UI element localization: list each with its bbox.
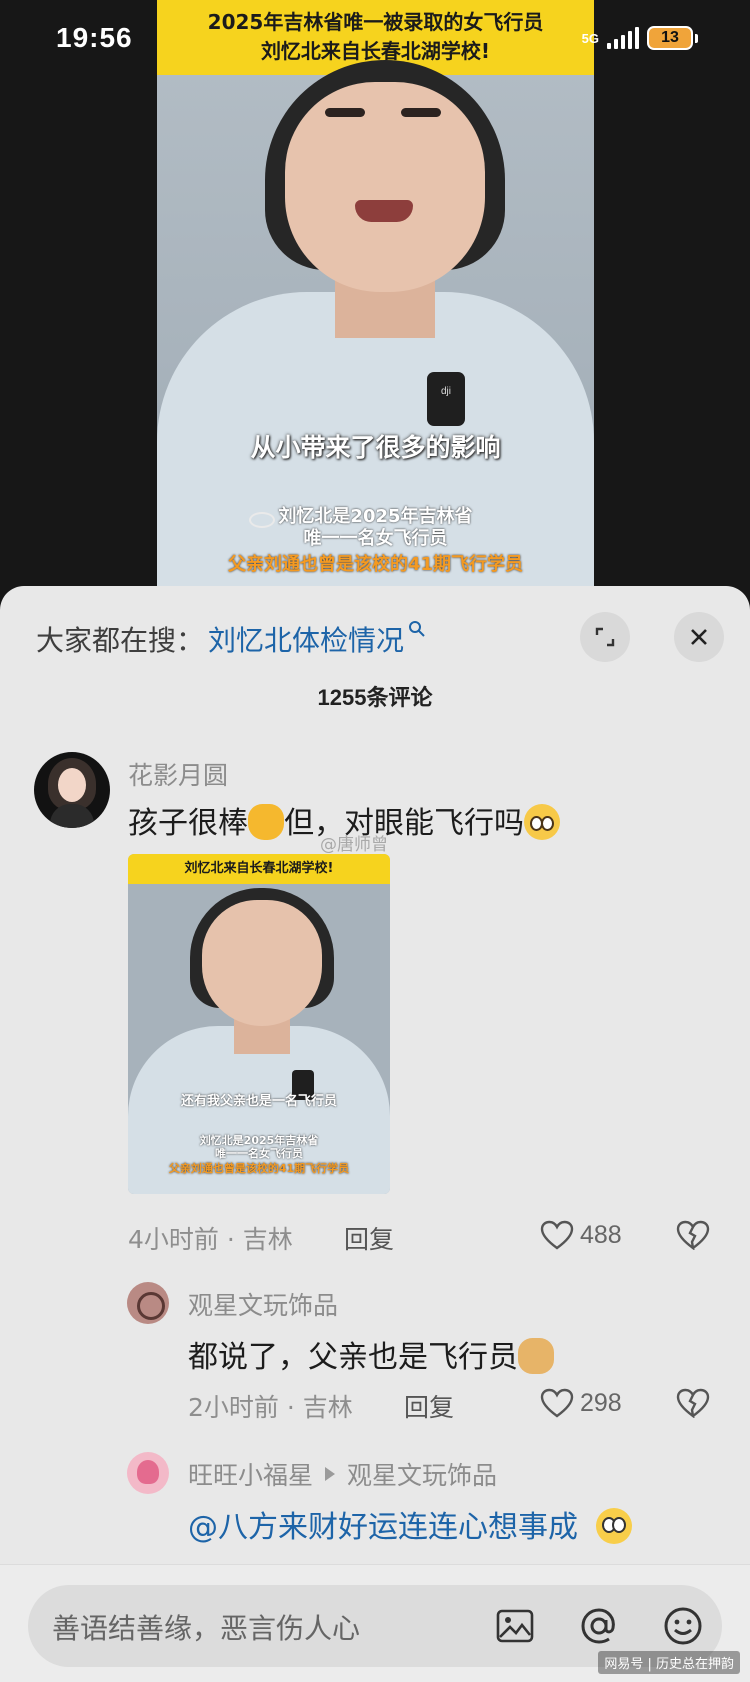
trending-search-label: 大家都在搜：: [36, 624, 205, 657]
like-count: 488: [580, 1220, 622, 1249]
comment-meta: 4小时前 · 吉林: [128, 1225, 293, 1254]
comment-image-info-line3: 父亲刘通也曾是该校的41期飞行学员: [168, 1162, 350, 1175]
reply-username[interactable]: 观星文玩饰品: [188, 1286, 338, 1322]
comment-image-banner: 刘忆北来自长春北湖学校!: [128, 854, 390, 884]
source-tag: 网易号 | 历史总在押韵: [598, 1651, 740, 1674]
status-indicators: 5G 13: [582, 26, 698, 50]
comment-image-subtitle: 还有我父亲也是一名飞行员: [180, 1094, 337, 1109]
doge-emoji-icon: [518, 1337, 554, 1374]
avatar[interactable]: [127, 1282, 169, 1324]
image-picker-button[interactable]: [492, 1603, 538, 1649]
reply-text: @八方来财好运连连心想事成: [188, 1502, 632, 1547]
comment-panel: 大家都在搜： 刘忆北体检情况 1255条评论 花影月圆 孩子很棒 但，对眼能飞行吗…: [0, 586, 750, 1682]
search-icon[interactable]: [408, 619, 426, 643]
network-label: 5G: [581, 30, 599, 46]
comment-input-placeholder: 善语结善缘，恶言伤人心: [52, 1612, 361, 1645]
comment-count: 1255条评论: [317, 685, 433, 710]
microphone: dji: [427, 372, 465, 426]
wide-eyes-emoji-icon: [595, 1507, 632, 1544]
person-face: [285, 82, 485, 292]
trending-search-term[interactable]: 刘忆北体检情况: [208, 619, 404, 659]
battery-level: 13: [647, 26, 693, 50]
at-sign-icon: [581, 1608, 615, 1644]
smiley-icon: [664, 1607, 702, 1645]
reply-target-username[interactable]: 观星文玩饰品: [347, 1456, 497, 1492]
avatar[interactable]: [127, 1452, 169, 1494]
thumbs-up-emoji-icon: [248, 803, 284, 840]
dislike-button[interactable]: [676, 1388, 710, 1422]
avatar[interactable]: [34, 752, 110, 828]
pleading-face-emoji-icon: [524, 803, 560, 840]
person-mouth: [355, 200, 413, 222]
person-eye-right: [401, 108, 441, 117]
heart-icon: [540, 1388, 574, 1418]
comment-image[interactable]: 刘忆北来自长春北湖学校! 还有我父亲也是一名飞行员 刘忆北是2025年吉林省 唯…: [128, 854, 390, 1194]
signal-icon: [607, 27, 639, 49]
battery-icon: 13: [647, 26, 698, 50]
comment-image-info-line2: 唯一一名女飞行员: [215, 1147, 303, 1160]
emoji-button[interactable]: [660, 1603, 706, 1649]
trending-search[interactable]: 大家都在搜： 刘忆北体检情况: [36, 614, 426, 664]
dislike-button[interactable]: [676, 1220, 710, 1254]
like-button[interactable]: 298: [540, 1388, 622, 1418]
like-button[interactable]: 488: [540, 1220, 622, 1250]
expand-icon: [595, 627, 615, 647]
reply-username[interactable]: 旺旺小福星: [188, 1456, 313, 1492]
reply-button[interactable]: 回复: [404, 1388, 454, 1424]
reply-header: 旺旺小福星 观星文玩饰品: [188, 1456, 497, 1492]
comment-text-part1: 孩子很棒: [128, 806, 248, 841]
comment-image-info-line1: 刘忆北是2025年吉林省: [199, 1134, 319, 1147]
reply-text-body: 都说了，父亲也是飞行员: [188, 1340, 518, 1375]
comment-username[interactable]: 花影月圆: [128, 756, 228, 792]
heart-icon: [540, 1220, 574, 1250]
like-count: 298: [580, 1388, 622, 1417]
close-icon: [691, 629, 707, 645]
video-info-line1: 刘忆北是2025年吉林省: [278, 506, 473, 527]
reply-arrow-icon: [325, 1467, 336, 1481]
image-icon: [496, 1609, 534, 1643]
status-time: 19:56: [56, 22, 133, 53]
video-info-line3: 父亲刘通也曾是该校的41期飞行学员: [227, 554, 524, 575]
video-frame[interactable]: 2025年吉林省唯一被录取的女飞行员 刘忆北来自长春北湖学校! dji 从小带来…: [157, 0, 594, 590]
mention-link[interactable]: @八方来财好运连连心想事成: [188, 1510, 578, 1545]
person-eye-left: [325, 108, 365, 117]
broken-heart-icon: [676, 1388, 710, 1419]
close-button[interactable]: [674, 612, 724, 662]
reply-button[interactable]: 回复: [344, 1220, 394, 1256]
video-title-line1: 2025年吉林省唯一被录取的女飞行员: [207, 10, 544, 34]
broken-heart-icon: [676, 1220, 710, 1251]
video-info-line2: 唯一一名女飞行员: [303, 528, 448, 549]
reply-text: 都说了，父亲也是飞行员: [188, 1332, 554, 1377]
video-subtitle: 从小带来了很多的影响: [250, 433, 501, 462]
mention-button[interactable]: [576, 1603, 622, 1649]
image-watermark: @唐师曾: [320, 835, 388, 855]
video-player[interactable]: 2025年吉林省唯一被录取的女飞行员 刘忆北来自长春北湖学校! dji 从小带来…: [0, 0, 750, 590]
expand-button[interactable]: [580, 612, 630, 662]
reply-meta: 2小时前 · 吉林: [188, 1393, 353, 1422]
